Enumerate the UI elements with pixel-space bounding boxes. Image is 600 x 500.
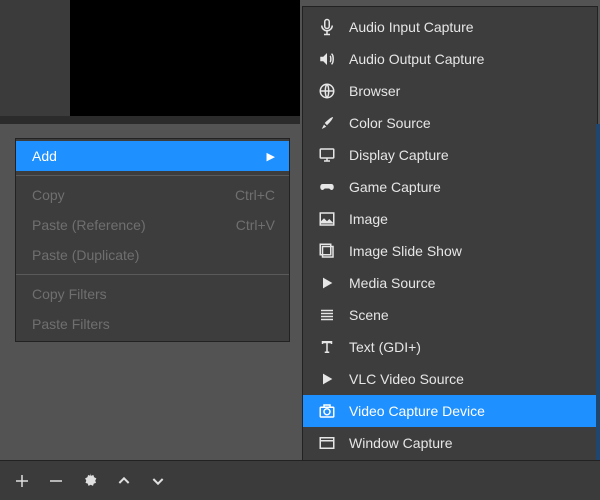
edge-strip: [596, 124, 600, 460]
submenu-item-label: Media Source: [349, 275, 435, 291]
context-menu-label: Paste (Duplicate): [32, 247, 139, 263]
context-menu-label: Copy: [32, 187, 65, 203]
submenu-item-label: Browser: [349, 83, 400, 99]
context-menu-paste-reference[interactable]: Paste (Reference) Ctrl+V: [16, 210, 289, 240]
context-menu-label: Copy Filters: [32, 286, 107, 302]
add-source-button[interactable]: [12, 471, 32, 491]
submenu-item-window-capture[interactable]: Window Capture: [303, 427, 597, 459]
brush-icon: [317, 113, 337, 133]
submenu-item-audio-output-capture[interactable]: Audio Output Capture: [303, 43, 597, 75]
source-settings-button[interactable]: [80, 471, 100, 491]
context-menu-label: Add: [32, 148, 57, 164]
slides-icon: [317, 241, 337, 261]
context-menu: Add ▶ Copy Ctrl+C Paste (Reference) Ctrl…: [15, 138, 290, 342]
context-menu-add[interactable]: Add ▶: [16, 141, 289, 171]
submenu-item-image[interactable]: Image: [303, 203, 597, 235]
submenu-item-label: Game Capture: [349, 179, 441, 195]
submenu-item-image-slide-show[interactable]: Image Slide Show: [303, 235, 597, 267]
context-menu-label: Paste (Reference): [32, 217, 146, 233]
context-menu-copy[interactable]: Copy Ctrl+C: [16, 180, 289, 210]
submenu-item-label: Scene: [349, 307, 389, 323]
context-menu-separator: [16, 175, 289, 176]
submenu-item-label: Image Slide Show: [349, 243, 462, 259]
submenu-item-media-source[interactable]: Media Source: [303, 267, 597, 299]
submenu-item-label: Audio Output Capture: [349, 51, 484, 67]
move-source-down-button[interactable]: [148, 471, 168, 491]
submenu-item-scene[interactable]: Scene: [303, 299, 597, 331]
microphone-icon: [317, 17, 337, 37]
submenu-item-browser[interactable]: Browser: [303, 75, 597, 107]
preview-underbar: [0, 116, 300, 124]
submenu-item-color-source[interactable]: Color Source: [303, 107, 597, 139]
submenu-item-label: Video Capture Device: [349, 403, 485, 419]
window-icon: [317, 433, 337, 453]
remove-source-button[interactable]: [46, 471, 66, 491]
gamepad-icon: [317, 177, 337, 197]
context-menu-paste-duplicate[interactable]: Paste (Duplicate): [16, 240, 289, 270]
context-menu-separator: [16, 274, 289, 275]
submenu-item-label: Audio Input Capture: [349, 19, 474, 35]
play-icon: [317, 369, 337, 389]
submenu-item-game-capture[interactable]: Game Capture: [303, 171, 597, 203]
submenu-item-label: Image: [349, 211, 388, 227]
submenu-item-display-capture[interactable]: Display Capture: [303, 139, 597, 171]
context-menu-shortcut: Ctrl+V: [236, 217, 275, 233]
image-icon: [317, 209, 337, 229]
submenu-item-label: Display Capture: [349, 147, 449, 163]
submenu-item-label: Text (GDI+): [349, 339, 421, 355]
context-menu-paste-filters[interactable]: Paste Filters: [16, 309, 289, 339]
submenu-item-label: VLC Video Source: [349, 371, 464, 387]
submenu-item-label: Window Capture: [349, 435, 453, 451]
context-menu-shortcut: Ctrl+C: [235, 187, 275, 203]
submenu-item-vlc-video-source[interactable]: VLC Video Source: [303, 363, 597, 395]
add-source-submenu: Audio Input Capture Audio Output Capture…: [302, 6, 598, 464]
sources-toolbar: [0, 460, 600, 500]
speaker-icon: [317, 49, 337, 69]
preview-viewport: [70, 0, 300, 116]
submenu-item-label: Color Source: [349, 115, 431, 131]
monitor-icon: [317, 145, 337, 165]
play-icon: [317, 273, 337, 293]
list-icon: [317, 305, 337, 325]
submenu-item-text-gdi[interactable]: Text (GDI+): [303, 331, 597, 363]
move-source-up-button[interactable]: [114, 471, 134, 491]
context-menu-copy-filters[interactable]: Copy Filters: [16, 279, 289, 309]
text-icon: [317, 337, 337, 357]
submenu-arrow-icon: ▶: [267, 150, 275, 163]
submenu-item-audio-input-capture[interactable]: Audio Input Capture: [303, 11, 597, 43]
submenu-item-video-capture-device[interactable]: Video Capture Device: [303, 395, 597, 427]
camera-icon: [317, 401, 337, 421]
context-menu-label: Paste Filters: [32, 316, 110, 332]
globe-icon: [317, 81, 337, 101]
